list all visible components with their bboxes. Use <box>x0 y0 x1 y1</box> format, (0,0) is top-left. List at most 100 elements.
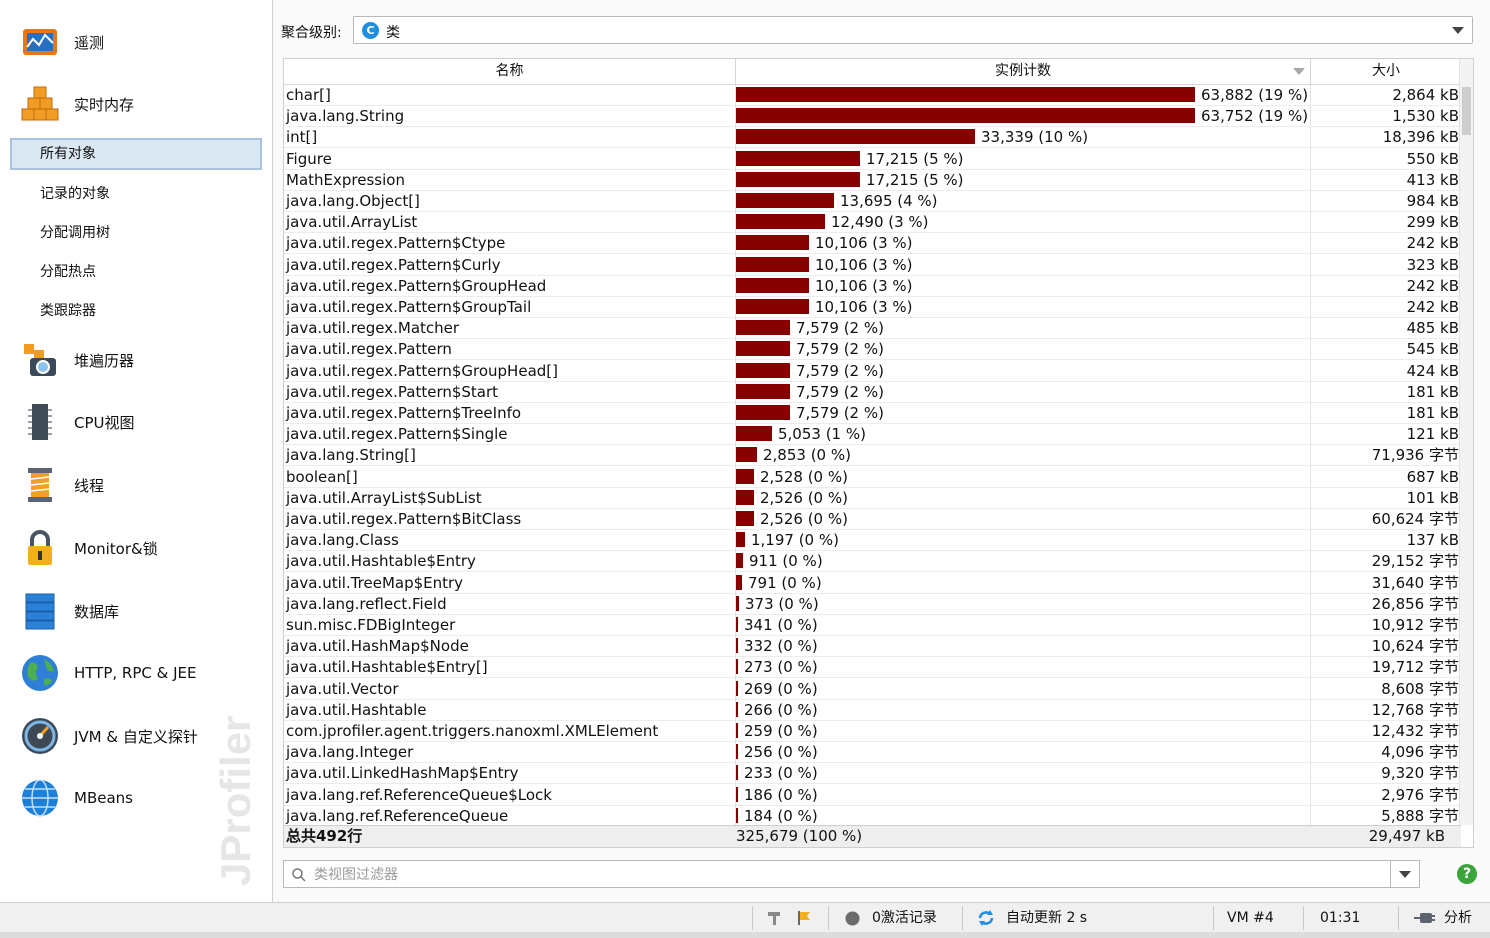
filter-input[interactable] <box>312 864 1386 886</box>
scrollbar-thumb[interactable] <box>1462 87 1471 135</box>
column-header-name[interactable]: 名称 <box>284 59 736 84</box>
size-cell: 1,530 kB <box>1392 107 1459 125</box>
table-row[interactable]: java.util.Hashtable 266 (0 %) 12,768 字节 <box>284 700 1461 721</box>
nav-http-rpc-jee[interactable]: HTTP, RPC & JEE <box>20 651 196 695</box>
size-cell: 19,712 字节 <box>1371 658 1459 676</box>
globe-icon <box>20 653 60 693</box>
nav-heap-walker-label: 堆遍历器 <box>74 351 135 370</box>
nav-jvm-probes[interactable]: JVM & 自定义探针 <box>20 714 198 758</box>
table-row[interactable]: Figure 17,215 (5 %) 550 kB <box>284 149 1461 170</box>
instance-count-bar <box>736 193 834 208</box>
table-row[interactable]: java.lang.String 63,752 (19 %) 1,530 kB <box>284 106 1461 127</box>
nav-telemetry[interactable]: 遥测 <box>20 20 104 64</box>
instance-count-bar <box>736 490 754 505</box>
table-row[interactable]: java.util.HashMap$Node 332 (0 %) 10,624 字节 <box>284 636 1461 657</box>
size-cell: 10,624 字节 <box>1371 637 1459 655</box>
nav-heap-walker[interactable]: 堆遍历器 <box>20 338 134 382</box>
column-header-instance-count[interactable]: 实例计数 <box>736 59 1311 84</box>
instance-count-bar <box>736 405 790 420</box>
table-row[interactable]: java.lang.Class 1,197 (0 %) 137 kB <box>284 530 1461 551</box>
total-row: 总共492行 325,679 (100 %) 29,497 kB <box>284 825 1461 847</box>
nav-live-memory-label: 实时内存 <box>74 95 135 114</box>
column-header-size[interactable]: 大小 <box>1311 59 1461 84</box>
analysis-status: 分析 <box>1444 910 1472 926</box>
table-row[interactable]: java.util.regex.Pattern$Ctype 10,106 (3 %… <box>284 233 1461 254</box>
size-cell: 413 kB <box>1406 171 1459 189</box>
nav-databases[interactable]: 数据库 <box>20 589 119 633</box>
table-row[interactable]: java.util.regex.Matcher 7,579 (2 %) 485 kB <box>284 318 1461 339</box>
nav-cpu-views[interactable]: CPU视图 <box>20 400 135 444</box>
class-view-filter[interactable] <box>283 860 1420 888</box>
table-row[interactable]: java.util.Vector 269 (0 %) 8,608 字节 <box>284 679 1461 700</box>
table-row[interactable]: java.util.regex.Pattern$GroupHead 10,106 … <box>284 276 1461 297</box>
sidebar: 遥测 实时内存 所有对象 记录的对象 分配调用树 分配热点 类跟踪器 堆遍历器 … <box>0 0 273 902</box>
subnav-recorded-objects[interactable]: 记录的对象 <box>10 178 262 210</box>
vertical-scrollbar[interactable] <box>1459 59 1473 825</box>
size-cell: 9,320 字节 <box>1381 764 1459 782</box>
table-row[interactable]: java.util.regex.Pattern$Start 7,579 (2 %)… <box>284 382 1461 403</box>
nav-live-memory[interactable]: 实时内存 <box>20 82 134 126</box>
instance-count-cell: 17,215 (5 %) <box>866 150 964 168</box>
nav-threads[interactable]: 线程 <box>20 463 104 507</box>
class-name-cell: java.lang.String[] <box>286 446 416 464</box>
table-row[interactable]: java.util.Hashtable$Entry[] 273 (0 %) 19,7… <box>284 657 1461 678</box>
table-row[interactable]: char[] 63,882 (19 %) 2,864 kB <box>284 85 1461 106</box>
table-row[interactable]: java.util.TreeMap$Entry 791 (0 %) 31,640 字… <box>284 573 1461 594</box>
table-row[interactable]: java.util.regex.Pattern$GroupHead[] 7,579… <box>284 361 1461 382</box>
nav-monitors-locks[interactable]: Monitor&锁 <box>20 526 158 570</box>
table-row[interactable]: java.lang.ref.ReferenceQueue 184 (0 %) 5,8… <box>284 806 1461 825</box>
table-row[interactable]: java.lang.Object[] 13,695 (4 %) 984 kB <box>284 191 1461 212</box>
subnav-allocation-call-tree[interactable]: 分配调用树 <box>10 217 262 249</box>
database-icon <box>20 591 60 631</box>
table-row[interactable]: java.util.LinkedHashMap$Entry 233 (0 %) 9,… <box>284 763 1461 784</box>
subnav-class-tracker[interactable]: 类跟踪器 <box>10 295 262 327</box>
size-cell: 687 kB <box>1406 468 1459 486</box>
instance-count-bar <box>736 744 738 759</box>
table-row[interactable]: MathExpression 17,215 (5 %) 413 kB <box>284 170 1461 191</box>
auto-update-status[interactable]: 自动更新 2 s <box>1006 903 1087 933</box>
table-row[interactable]: java.lang.ref.ReferenceQueue$Lock 186 (0 … <box>284 785 1461 806</box>
filter-options-dropdown[interactable] <box>1390 861 1419 887</box>
table-row[interactable]: java.util.regex.Pattern$Curly 10,106 (3 %… <box>284 255 1461 276</box>
subnav-allocation-hot-spots[interactable]: 分配热点 <box>10 256 262 288</box>
table-row[interactable]: java.util.regex.Pattern 7,579 (2 %) 545 kB <box>284 339 1461 360</box>
size-cell: 121 kB <box>1406 425 1459 443</box>
instance-count-cell: 12,490 (3 %) <box>831 213 929 231</box>
table-row[interactable]: java.util.regex.Pattern$TreeInfo 7,579 (2… <box>284 403 1461 424</box>
table-row[interactable]: com.jprofiler.agent.triggers.nanoxml.XML… <box>284 721 1461 742</box>
table-row[interactable]: java.util.ArrayList 12,490 (3 %) 299 kB <box>284 212 1461 233</box>
main-panel: 聚合级别: C 类 名称 实例计数 大小 char[] 63,882 (19 %)… <box>273 0 1490 902</box>
instance-count-cell: 7,579 (2 %) <box>796 340 884 358</box>
subnav-all-objects[interactable]: 所有对象 <box>10 138 262 170</box>
table-row[interactable]: java.util.regex.Pattern$Single 5,053 (1 %… <box>284 424 1461 445</box>
table-row[interactable]: boolean[] 2,528 (0 %) 687 kB <box>284 467 1461 488</box>
nav-databases-label: 数据库 <box>74 602 120 621</box>
size-cell: 181 kB <box>1406 383 1459 401</box>
nav-mbeans[interactable]: MBeans <box>20 776 133 820</box>
flag-icon[interactable] <box>796 910 812 926</box>
gauge-icon <box>20 716 60 756</box>
class-name-cell: java.util.Hashtable <box>286 701 427 719</box>
instance-count-bar <box>736 532 745 547</box>
class-name-cell: java.util.LinkedHashMap$Entry <box>286 764 519 782</box>
table-row[interactable]: sun.misc.FDBigInteger 341 (0 %) 10,912 字节 <box>284 615 1461 636</box>
table-row[interactable]: int[] 33,339 (10 %) 18,396 kB <box>284 127 1461 148</box>
table-row[interactable]: java.lang.reflect.Field 373 (0 %) 26,856 字… <box>284 594 1461 615</box>
instance-count-bar <box>736 384 790 399</box>
instance-count-bar <box>736 638 738 653</box>
sort-descending-icon <box>1293 68 1305 75</box>
table-row[interactable]: java.lang.String[] 2,853 (0 %) 71,936 字节 <box>284 445 1461 466</box>
table-row[interactable]: java.util.Hashtable$Entry 911 (0 %) 29,152… <box>284 551 1461 572</box>
refresh-icon[interactable] <box>976 909 996 927</box>
table-row[interactable]: java.util.regex.Pattern$GroupTail 10,106 … <box>284 297 1461 318</box>
aggregation-level-select[interactable]: C 类 <box>353 16 1473 44</box>
table-row[interactable]: java.util.regex.Pattern$BitClass 2,526 (0… <box>284 509 1461 530</box>
chevron-down-icon <box>1399 871 1411 878</box>
table-row[interactable]: java.lang.Integer 256 (0 %) 4,096 字节 <box>284 742 1461 763</box>
size-cell: 12,432 字节 <box>1371 722 1459 740</box>
help-icon[interactable]: ? <box>1457 864 1477 884</box>
table-row[interactable]: java.util.ArrayList$SubList 2,526 (0 %) 10… <box>284 488 1461 509</box>
pin-icon[interactable] <box>766 910 784 926</box>
record-icon[interactable] <box>845 911 860 926</box>
nav-telemetry-label: 遥测 <box>74 33 105 52</box>
